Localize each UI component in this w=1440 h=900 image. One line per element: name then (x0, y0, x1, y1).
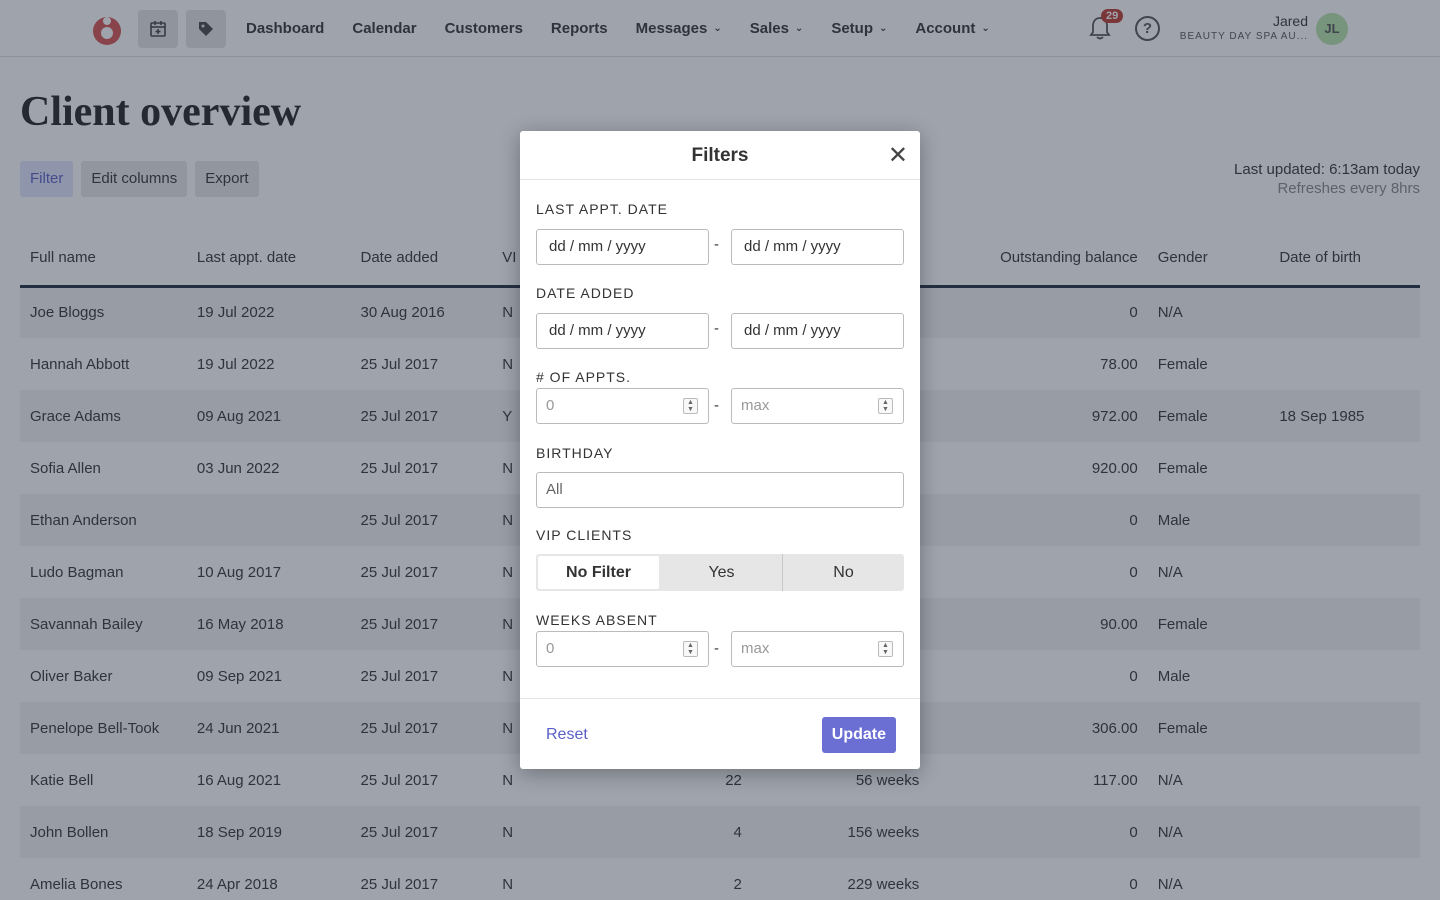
weeks-absent-max-placeholder: max (741, 640, 770, 657)
range-separator: - (714, 320, 719, 337)
modal-header: Filters ✕ (520, 131, 920, 180)
vip-option-no-filter[interactable]: No Filter (538, 556, 659, 589)
date-added-from-input[interactable]: dd / mm / yyyy (536, 313, 709, 349)
range-separator: - (714, 397, 719, 414)
weeks-absent-min-input[interactable]: 0 ▲ ▼ (536, 631, 709, 667)
appts-max-placeholder: max (741, 397, 770, 414)
date-added-label: DATE ADDED (536, 285, 635, 301)
weeks-absent-max-input[interactable]: max ▲ ▼ (731, 631, 904, 667)
appts-label: # OF APPTS. (536, 369, 632, 385)
birthday-select[interactable]: All (536, 472, 904, 508)
filters-modal: Filters ✕ LAST APPT. DATE dd / mm / yyyy… (520, 131, 920, 769)
appts-max-input[interactable]: max ▲ ▼ (731, 388, 904, 424)
appts-min-input[interactable]: 0 ▲ ▼ (536, 388, 709, 424)
update-button[interactable]: Update (821, 717, 896, 753)
reset-button[interactable]: Reset (546, 726, 588, 744)
weeks-absent-min-placeholder: 0 (546, 640, 555, 657)
vip-option-no[interactable]: No (783, 554, 904, 591)
close-icon[interactable]: ✕ (888, 144, 908, 168)
range-separator: - (714, 236, 719, 253)
modal-footer: Reset Update (520, 698, 920, 769)
stepper-icon[interactable]: ▲ ▼ (878, 641, 893, 657)
last-appt-from-input[interactable]: dd / mm / yyyy (536, 229, 709, 265)
stepper-icon[interactable]: ▲ ▼ (683, 398, 698, 414)
last-appt-to-input[interactable]: dd / mm / yyyy (731, 229, 904, 265)
vip-clients-toggle: No Filter Yes No (536, 554, 904, 591)
vip-option-yes[interactable]: Yes (661, 554, 783, 591)
vip-clients-label: VIP CLIENTS (536, 527, 633, 543)
stepper-icon[interactable]: ▲ ▼ (683, 641, 698, 657)
stepper-icon[interactable]: ▲ ▼ (878, 398, 893, 414)
appts-min-placeholder: 0 (546, 397, 555, 414)
birthday-label: BIRTHDAY (536, 445, 614, 461)
modal-title: Filters (691, 145, 749, 166)
weeks-absent-label: WEEKS ABSENT (536, 612, 658, 628)
last-appt-label: LAST APPT. DATE (536, 201, 668, 217)
date-added-to-input[interactable]: dd / mm / yyyy (731, 313, 904, 349)
range-separator: - (714, 640, 719, 657)
